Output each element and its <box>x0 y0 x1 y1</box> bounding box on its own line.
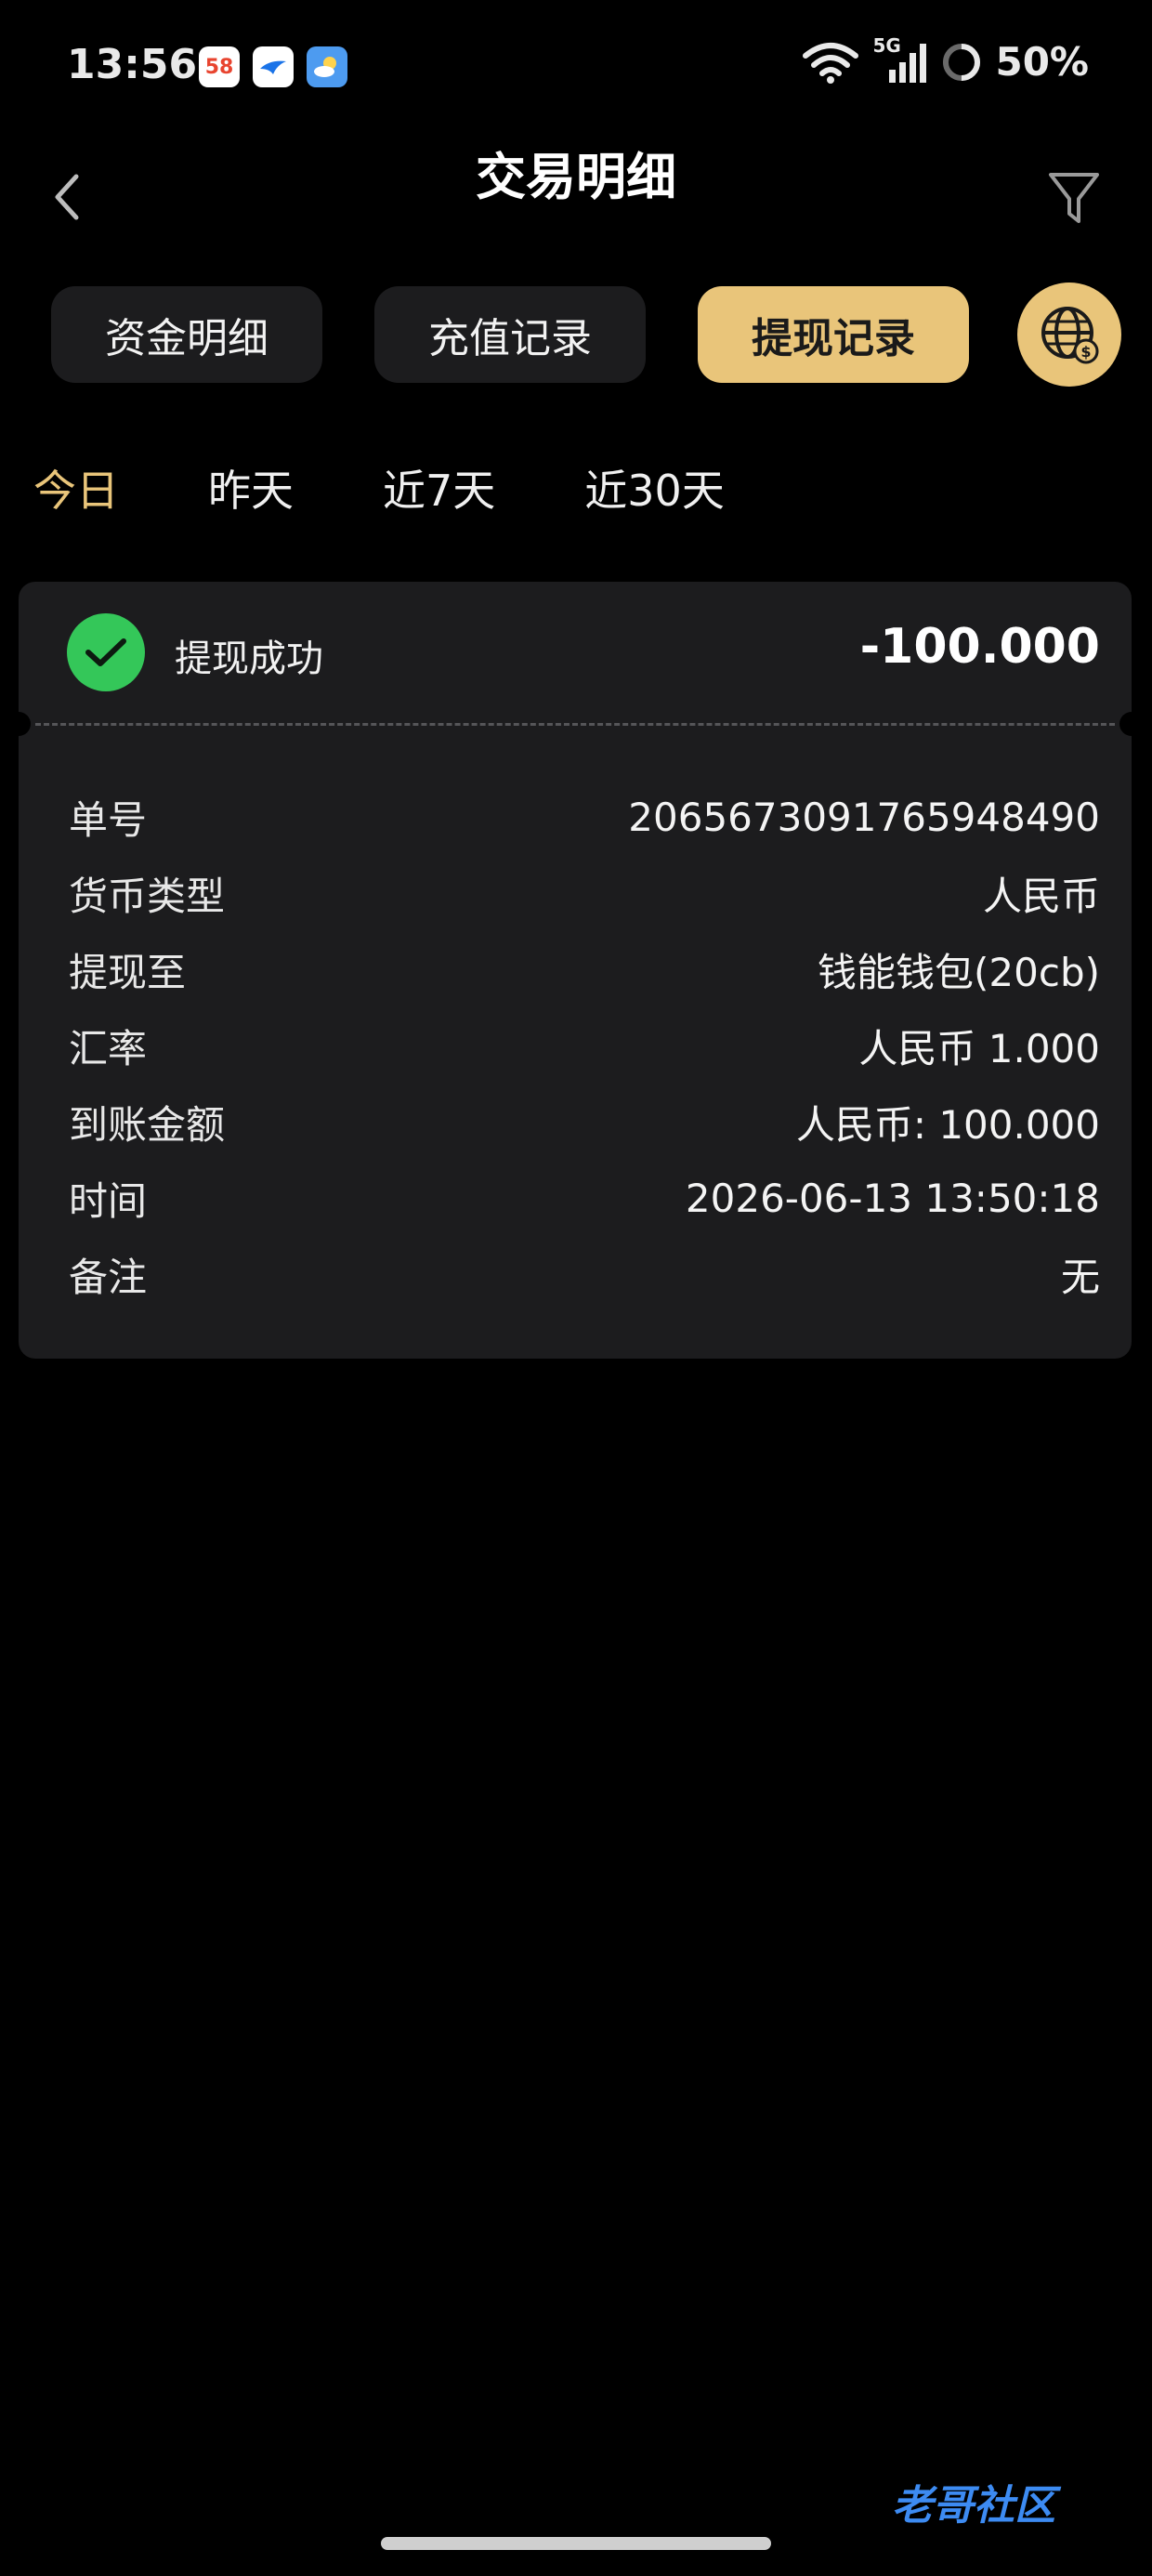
detail-row-time: 时间 2026-06-13 13:50:18 <box>69 1160 1100 1236</box>
tab-deposit-records[interactable]: 充值记录 <box>374 286 646 383</box>
date-filter-7-days[interactable]: 近7天 <box>383 457 495 519</box>
withdrawal-record-card[interactable]: 提现成功 -100.000 单号 2065673091765948490 货币类… <box>19 582 1132 1359</box>
tab-withdrawal-records[interactable]: 提现记录 <box>698 286 969 383</box>
status-time: 13:56 <box>67 41 198 88</box>
detail-label: 时间 <box>69 1177 148 1224</box>
date-filters: 今日 昨天 近7天 近30天 <box>33 457 725 519</box>
detail-row-remark: 备注 无 <box>69 1236 1100 1312</box>
detail-label: 提现至 <box>69 949 187 995</box>
detail-label: 备注 <box>69 1254 148 1300</box>
battery-percentage: 50% <box>995 39 1089 85</box>
detail-row-withdraw-to: 提现至 钱能钱包(20cb) <box>69 931 1100 1007</box>
wifi-icon <box>803 42 859 84</box>
watermark-logo: 老哥社区 <box>892 2482 1055 2530</box>
currency-globe-button[interactable]: $ <box>1017 283 1121 387</box>
bird-icon <box>253 46 294 87</box>
record-amount: -100.000 <box>859 619 1100 675</box>
detail-value: 人民币 <box>982 873 1100 919</box>
cellular-signal-icon: 5G <box>872 34 928 85</box>
notification-app-icons: 58 <box>199 46 347 87</box>
detail-value: 人民币: 100.000 <box>795 1101 1100 1148</box>
record-status: 提现成功 <box>175 637 323 680</box>
date-filter-today[interactable]: 今日 <box>33 457 119 519</box>
detail-value: 钱能钱包(20cb) <box>818 949 1100 995</box>
detail-value: 人民币 1.000 <box>858 1025 1100 1071</box>
date-filter-yesterday[interactable]: 昨天 <box>208 457 294 519</box>
date-filter-30-days[interactable]: 近30天 <box>584 457 725 519</box>
home-indicator[interactable] <box>381 2537 771 2550</box>
detail-label: 单号 <box>69 796 148 843</box>
weather-icon <box>307 46 347 87</box>
ticket-notch-right <box>1119 712 1132 736</box>
status-right: 5G 50% <box>802 34 1089 85</box>
filter-button[interactable] <box>1046 167 1102 229</box>
app-58-icon: 58 <box>199 46 240 87</box>
detail-row-order-number: 单号 2065673091765948490 <box>69 779 1100 855</box>
record-tabs: 资金明细 充值记录 提现记录 <box>51 286 969 383</box>
svg-text:$: $ <box>1080 343 1091 361</box>
detail-row-received-amount: 到账金额 人民币: 100.000 <box>69 1084 1100 1160</box>
detail-value: 2026-06-13 13:50:18 <box>685 1175 1100 1221</box>
globe-currency-icon: $ <box>1041 307 1099 364</box>
detail-label: 货币类型 <box>69 873 226 919</box>
success-check-icon <box>67 613 145 691</box>
dashed-divider <box>35 723 1115 726</box>
filter-icon <box>1049 173 1099 223</box>
record-details: 单号 2065673091765948490 货币类型 人民币 提现至 钱能钱包… <box>69 779 1100 1312</box>
detail-label: 汇率 <box>69 1025 148 1071</box>
detail-value: 无 <box>1060 1254 1100 1300</box>
battery-ring-icon <box>943 43 981 81</box>
detail-row-exchange-rate: 汇率 人民币 1.000 <box>69 1007 1100 1084</box>
detail-row-currency: 货币类型 人民币 <box>69 855 1100 931</box>
status-bar: 13:56 58 5G 50% <box>0 0 1152 139</box>
detail-value: 2065673091765948490 <box>628 794 1100 840</box>
record-header: 提现成功 -100.000 <box>19 582 1132 721</box>
page-title: 交易明细 <box>476 148 676 206</box>
detail-label: 到账金额 <box>69 1101 226 1148</box>
tab-fund-details[interactable]: 资金明细 <box>51 286 322 383</box>
